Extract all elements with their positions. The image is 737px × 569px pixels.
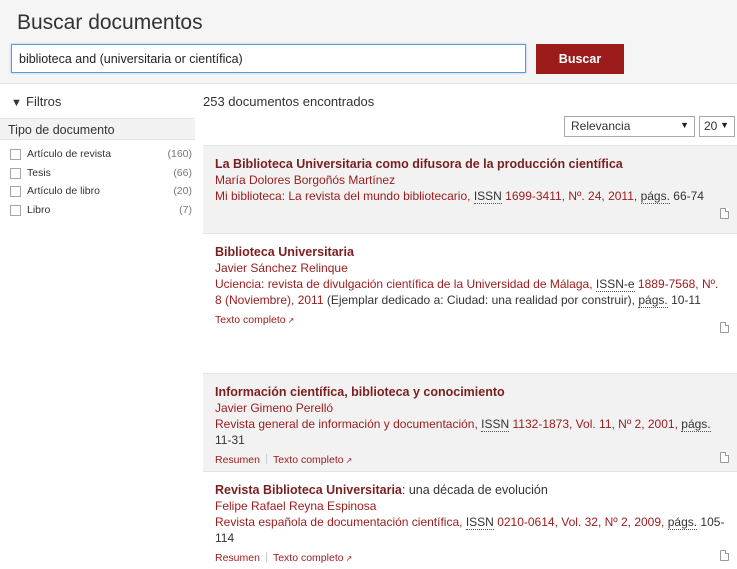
result-title-main: Revista Biblioteca Universitaria [215,483,402,497]
facet-label: Artículo de libro [27,185,100,197]
full-text-link-label: Texto completo [272,454,344,466]
result-links: Texto completo ↗ [215,313,725,328]
filter-group-document-type[interactable]: Tipo de documento [0,118,195,140]
facet-count: (66) [173,166,192,179]
source-journal[interactable]: Revista general de información y documen… [215,417,478,431]
document-icon[interactable] [720,322,729,333]
result-title[interactable]: Biblioteca Universitaria [215,244,725,260]
full-text-link-label: Texto completo [215,314,286,326]
facet-label: Libro [27,203,51,216]
facet-item-libro[interactable]: Libro (7) [10,203,192,222]
link-separator [265,454,267,464]
issn-abbr: ISSN [465,515,494,530]
result-item: La Biblioteca Universitaria como difusor… [203,145,737,233]
facet-checkbox[interactable] [10,167,21,179]
pags-abbr: págs. [638,293,668,308]
source-journal[interactable]: Revista española de documentación cientí… [215,515,462,529]
search-input[interactable] [11,44,526,73]
facet-count: (7) [179,203,192,216]
source-details: 1699-3411, Nº. 24, 2011, [505,189,638,203]
sort-select-value: Relevancia [571,119,631,133]
facet-item-articulo-libro[interactable]: Artículo de libro (20) [10,184,192,203]
source-details: 0210-0614, Vol. 32, Nº 2, 2009, [497,515,665,529]
result-authors[interactable]: Felipe Rafael Reyna Espinosa [215,498,725,514]
full-text-link-label: Texto completo [272,552,344,564]
result-item: Revista Biblioteca Universitaria: una dé… [203,471,737,569]
filters-label: Filtros [26,94,62,109]
issn-abbr: ISSN [473,189,502,204]
issn-abbr: ISSN [481,417,510,432]
link-separator [265,552,267,562]
result-title[interactable]: La Biblioteca Universitaria como difusor… [215,156,725,172]
facet-label: Tesis [27,166,51,179]
result-source: Mi biblioteca: La revista del mundo bibl… [215,188,725,204]
per-page-select[interactable]: 20 ▼ [699,116,735,137]
result-links: Resumen Texto completo ↗ [215,453,725,468]
document-icon[interactable] [720,208,729,219]
facet-count: (20) [173,185,192,197]
filters-sidebar: ▼ Filtros Tipo de documento Artículo de r… [0,84,195,569]
result-item: Biblioteca Universitaria Javier Sánchez … [203,233,737,344]
result-source: Revista española de documentación cientí… [215,514,725,546]
source-pages: 10-11 [671,293,701,307]
search-button[interactable]: Buscar [536,44,624,74]
result-item: Información científica, biblioteca y con… [203,373,737,471]
results-panel: 253 documentos encontrados Relevancia ▼ … [203,84,737,569]
pags-abbr: págs. [667,515,698,530]
filters-heading: ▼ Filtros [11,94,61,109]
search-header: Buscar documentos Buscar [0,0,737,84]
full-text-link[interactable]: Texto completo ↗ [215,314,294,326]
sort-select[interactable]: Relevancia ▼ [564,116,695,137]
facet-label: Artículo de revista [27,148,112,160]
result-source: Revista general de información y documen… [215,416,725,448]
facet-checkbox[interactable] [10,149,21,160]
result-authors[interactable]: Javier Sánchez Relinque [215,260,725,276]
document-icon[interactable] [720,452,729,463]
source-pages: 66-74 [673,189,704,203]
result-authors[interactable]: Javier Gimeno Perelló [215,400,725,416]
source-journal[interactable]: Uciencia: revista de divulgación científ… [215,277,593,291]
external-link-icon: ↗ [287,316,295,325]
pags-abbr: págs. [681,417,711,432]
result-links: Resumen Texto completo ↗ [215,551,725,566]
facet-count: (160) [167,148,192,160]
facet-list: Artículo de revista (160) Tesis (66) Art… [10,147,192,221]
pags-abbr: págs. [640,189,670,204]
issn-abbr: ISSN-e [595,277,635,292]
document-icon[interactable] [720,550,729,561]
source-pages: 11-31 [215,433,245,447]
summary-link[interactable]: Resumen [215,454,260,466]
external-link-icon: ↗ [345,554,353,563]
caret-down-icon: ▼ [680,120,689,130]
facet-item-tesis[interactable]: Tesis (66) [10,166,192,185]
filter-funnel-icon: ▼ [11,97,22,109]
caret-down-icon: ▼ [720,120,729,130]
result-authors[interactable]: María Dolores Borgoñós Martínez [215,172,725,188]
summary-link[interactable]: Resumen [215,552,260,564]
result-title[interactable]: Revista Biblioteca Universitaria: una dé… [215,482,725,498]
results-count: 253 documentos encontrados [203,94,375,109]
facet-checkbox[interactable] [10,204,21,216]
full-text-link[interactable]: Texto completo ↗ [273,552,352,564]
source-details: 1132-1873, Vol. 11, Nº 2, 2001, [512,417,678,431]
page-title: Buscar documentos [17,11,203,34]
source-journal[interactable]: Mi biblioteca: La revista del mundo bibl… [215,189,470,203]
facet-checkbox[interactable] [10,186,21,197]
per-page-value: 20 [704,119,718,133]
facet-item-articulo-revista[interactable]: Artículo de revista (160) [10,147,192,166]
result-title[interactable]: Información científica, biblioteca y con… [215,384,725,400]
result-source: Uciencia: revista de divulgación científ… [215,276,725,308]
external-link-icon: ↗ [345,456,353,465]
result-title-rest: : una década de evolución [401,483,548,497]
full-text-link[interactable]: Texto completo ↗ [273,454,352,466]
source-extra: (Ejemplar dedicado a: Ciudad: una realid… [326,293,636,307]
